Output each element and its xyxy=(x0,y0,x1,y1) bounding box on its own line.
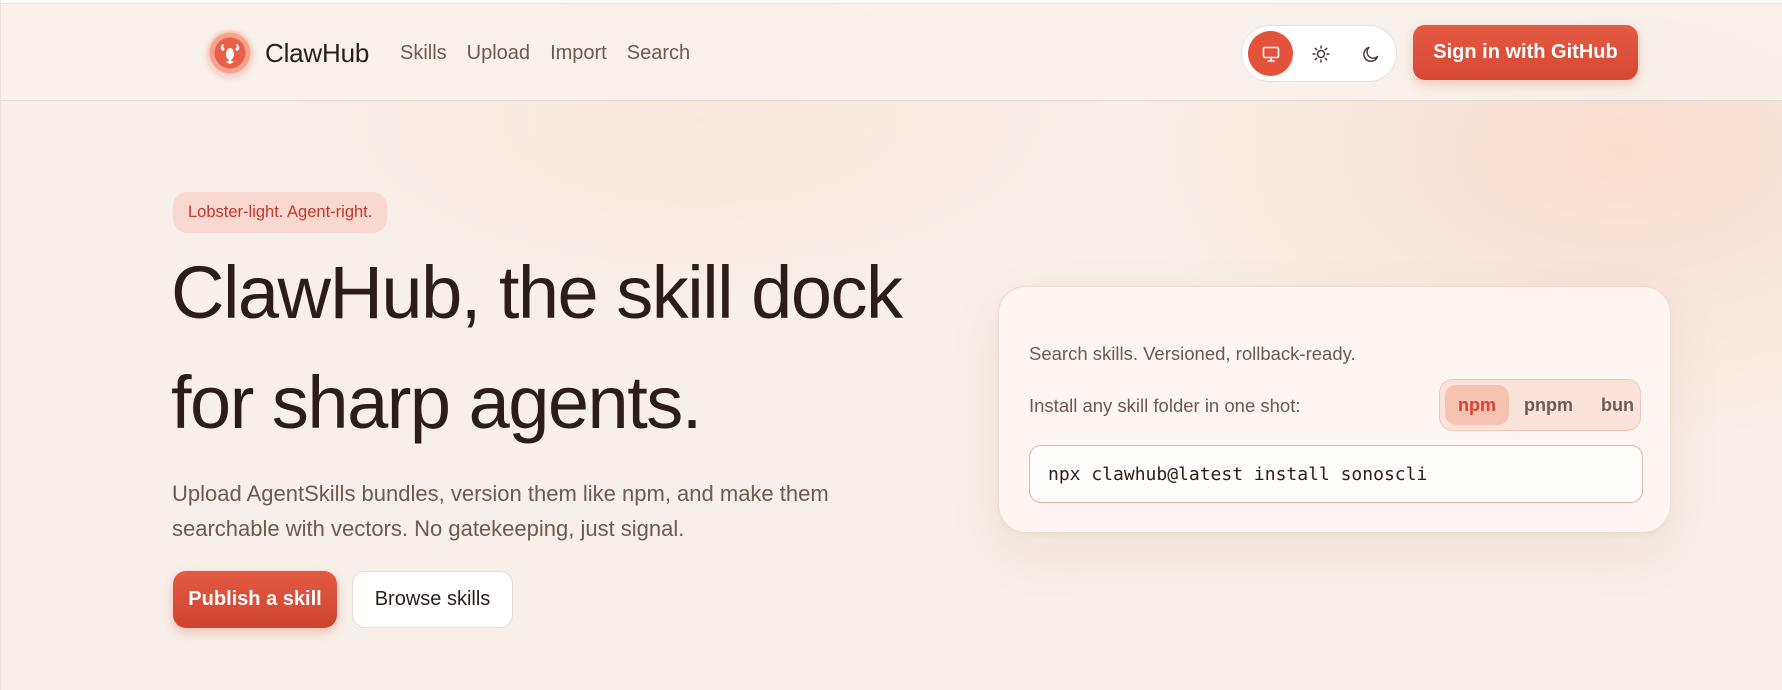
browse-skills-button[interactable]: Browse skills xyxy=(352,571,513,628)
hero-subtitle: Upload AgentSkills bundles, version them… xyxy=(172,476,872,546)
install-card-instruction: Install any skill folder in one shot: xyxy=(1029,395,1301,416)
nav-link-import[interactable]: Import xyxy=(550,42,607,65)
hero-title-line-2: for sharp agents. xyxy=(171,361,702,444)
tab-pnpm[interactable]: pnpm xyxy=(1511,385,1586,425)
dark-theme-button[interactable] xyxy=(1348,31,1393,76)
lobster-logo-icon xyxy=(207,30,253,76)
brand-name: ClawHub xyxy=(265,37,370,68)
tab-bun[interactable]: bun xyxy=(1588,385,1647,425)
install-command-box[interactable]: npx clawhub@latest install sonoscli xyxy=(1029,445,1643,503)
hero-subtitle-line-2: searchable with vectors. No gatekeeping,… xyxy=(172,516,685,541)
tab-npm[interactable]: npm xyxy=(1445,385,1509,425)
install-card-headline: Search skills. Versioned, rollback-ready… xyxy=(1029,343,1356,364)
site-header: ClawHub Skills Upload Import Search Sign… xyxy=(1,4,1782,101)
publish-skill-button[interactable]: Publish a skill xyxy=(173,571,337,628)
page: ClawHub Skills Upload Import Search Sign… xyxy=(0,0,1782,690)
sun-icon xyxy=(1311,44,1330,63)
hero-title-line-1: ClawHub, the skill dock xyxy=(171,251,903,334)
moon-icon xyxy=(1362,46,1378,62)
brand-link[interactable]: ClawHub xyxy=(207,30,369,76)
tagline-badge: Lobster-light. Agent-right. xyxy=(173,192,388,233)
nav-link-skills[interactable]: Skills xyxy=(400,42,447,65)
nav-link-search[interactable]: Search xyxy=(627,42,690,65)
theme-toggle xyxy=(1241,25,1397,82)
nav-link-upload[interactable]: Upload xyxy=(467,42,530,65)
hero-subtitle-line-1: Upload AgentSkills bundles, version them… xyxy=(172,481,829,506)
light-theme-button[interactable] xyxy=(1298,31,1343,76)
sign-in-github-button[interactable]: Sign in with GitHub xyxy=(1413,25,1638,80)
hero-title: ClawHub, the skill dock for sharp agents… xyxy=(171,238,991,458)
install-card: Search skills. Versioned, rollback-ready… xyxy=(998,286,1671,533)
system-theme-button[interactable] xyxy=(1248,31,1293,76)
main-nav: Skills Upload Import Search xyxy=(400,42,690,65)
monitor-icon xyxy=(1262,46,1279,62)
package-manager-tabs: npm pnpm bun xyxy=(1439,379,1641,431)
